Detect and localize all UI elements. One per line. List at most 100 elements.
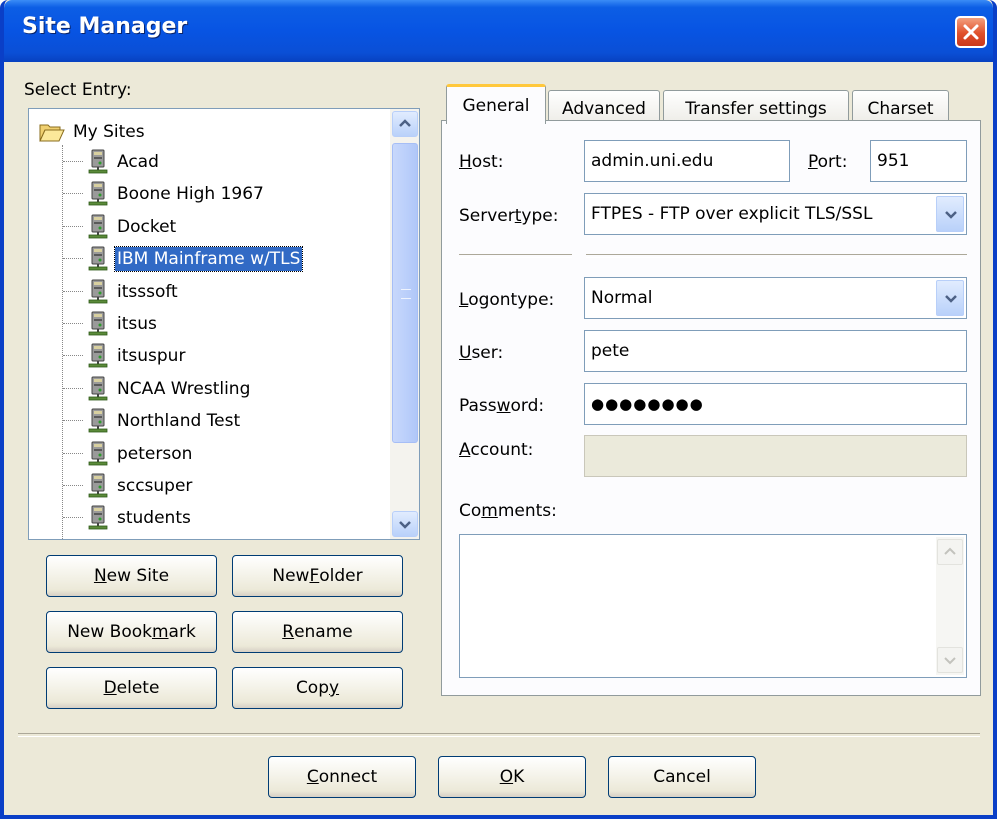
port-input[interactable]: 951	[870, 140, 967, 182]
label-post: ort:	[817, 152, 848, 172]
tree-item[interactable]: Docket	[63, 212, 178, 242]
tab-label: General	[462, 95, 530, 116]
new-bookmark-button[interactable]: New Book m ark	[46, 611, 217, 653]
tree-item[interactable]: itsssoft	[63, 277, 180, 307]
tree-item-label: Acad	[117, 152, 159, 172]
tree-connector	[63, 323, 83, 325]
server-icon	[88, 408, 108, 433]
comments-textarea[interactable]	[459, 534, 967, 678]
label-accel: P	[808, 152, 818, 172]
label: Cancel	[653, 767, 711, 787]
close-icon	[963, 24, 979, 40]
tree-item-label: itsssoft	[117, 281, 178, 302]
tree-item[interactable]: peterson	[63, 439, 194, 469]
tree-connector	[63, 258, 83, 260]
server-icon	[88, 376, 108, 401]
logontype-select[interactable]: Normal	[584, 277, 967, 319]
cancel-button[interactable]: Cancel	[608, 756, 756, 798]
logontype-dropdown-button[interactable]	[936, 280, 964, 316]
server-icon	[88, 214, 108, 239]
new-folder-button[interactable]: New Folder	[232, 555, 403, 597]
label-accel: D	[103, 678, 117, 698]
user-input[interactable]: pete	[584, 330, 967, 372]
tab-label: Transfer settings	[685, 98, 827, 119]
comments-label: Comments:	[459, 501, 557, 521]
comments-scroll-down	[937, 647, 963, 673]
thumb-grip	[401, 289, 411, 299]
tree-connector	[63, 420, 83, 422]
password-value: ●●●●●●●●	[591, 395, 704, 413]
label-accel: N	[93, 566, 107, 586]
site-manager-window: Site Manager Select Entry: My Sites Acad…	[0, 0, 997, 819]
delete-button[interactable]: Delete	[46, 667, 217, 709]
comments-scroll-up	[937, 539, 963, 565]
server-icon	[88, 149, 108, 174]
server-icon	[88, 311, 108, 336]
servertype-dropdown-button[interactable]	[936, 196, 964, 232]
servertype-value: FTPES - FTP over explicit TLS/SSL	[591, 204, 873, 224]
server-icon	[88, 505, 108, 530]
separator	[459, 254, 572, 258]
copy-button[interactable]: Cop y	[232, 667, 403, 709]
title-bar[interactable]: Site Manager	[4, 0, 993, 62]
tree-item[interactable]: NCAA Wrestling	[63, 374, 252, 404]
site-tree[interactable]: My Sites Acad Boone High 1967 Docket IBM Ma…	[28, 108, 420, 540]
tree-connector	[63, 193, 83, 195]
chevron-up-icon	[399, 119, 411, 127]
tree-item[interactable]: students	[63, 503, 193, 533]
account-input	[584, 435, 967, 477]
scroll-down-button[interactable]	[392, 511, 418, 537]
tree-item-label: students	[117, 508, 191, 529]
window-title: Site Manager	[22, 14, 188, 39]
host-input[interactable]: admin.uni.edu	[584, 140, 790, 182]
tree-scrollbar[interactable]	[390, 109, 419, 539]
label-accel: U	[459, 343, 472, 363]
host-value: admin.uni.edu	[591, 151, 714, 171]
tree-item-label: Docket	[117, 216, 177, 237]
chevron-down-icon	[944, 657, 956, 665]
tree-connector	[63, 387, 83, 390]
label-accel: C	[306, 767, 319, 787]
label-post: ype:	[521, 206, 559, 226]
label-post: ments:	[497, 501, 557, 521]
tab-general[interactable]: General	[446, 84, 546, 124]
label-post: ogontype:	[468, 290, 555, 310]
tree-item-label: sccsuper	[117, 476, 193, 496]
tree-root-label: My Sites	[73, 122, 145, 142]
account-label: Account:	[459, 440, 533, 460]
server-icon	[88, 441, 108, 465]
label-accel: L	[459, 290, 469, 310]
tree-item[interactable]: sccsuper	[63, 471, 194, 501]
password-input[interactable]: ●●●●●●●●	[584, 383, 967, 425]
tree-root-my-sites[interactable]: My Sites	[39, 119, 145, 145]
label-post: ew Site	[106, 566, 170, 586]
label-post: ark	[168, 622, 196, 642]
rename-button[interactable]: Rename	[232, 611, 403, 653]
scroll-thumb[interactable]	[392, 143, 418, 443]
user-label: User:	[459, 343, 503, 363]
servertype-select[interactable]: FTPES - FTP over explicit TLS/SSL	[584, 193, 967, 235]
label-post: elete	[116, 678, 160, 698]
label-post: older	[319, 566, 363, 586]
tree-item[interactable]: Northland Test	[63, 406, 242, 436]
ok-button[interactable]: OK	[438, 756, 586, 798]
tree-item[interactable]: Boone High 1967	[63, 179, 266, 209]
tree-item-label: IBM Mainframe w/TLS	[113, 246, 304, 273]
tree-item[interactable]: IBM Mainframe w/TLS	[63, 244, 304, 274]
label-pre: New	[272, 566, 310, 586]
tree-item[interactable]: itsuspur	[63, 341, 187, 371]
label-pre: Cop	[295, 678, 329, 698]
tab-label: Advanced	[562, 98, 646, 119]
tree-connector	[63, 161, 83, 163]
port-label: Port:	[808, 152, 847, 172]
new-site-button[interactable]: New Site	[46, 555, 217, 597]
server-icon	[88, 181, 108, 206]
password-label: Password:	[459, 396, 544, 416]
user-value: pete	[591, 341, 630, 361]
tree-item[interactable]: itsus	[63, 309, 159, 339]
tree-item[interactable]: Acad	[63, 147, 161, 177]
logontype-label: Logontype:	[459, 290, 554, 310]
scroll-up-button[interactable]	[392, 111, 418, 137]
close-button[interactable]	[955, 16, 987, 48]
connect-button[interactable]: Connect	[268, 756, 416, 798]
